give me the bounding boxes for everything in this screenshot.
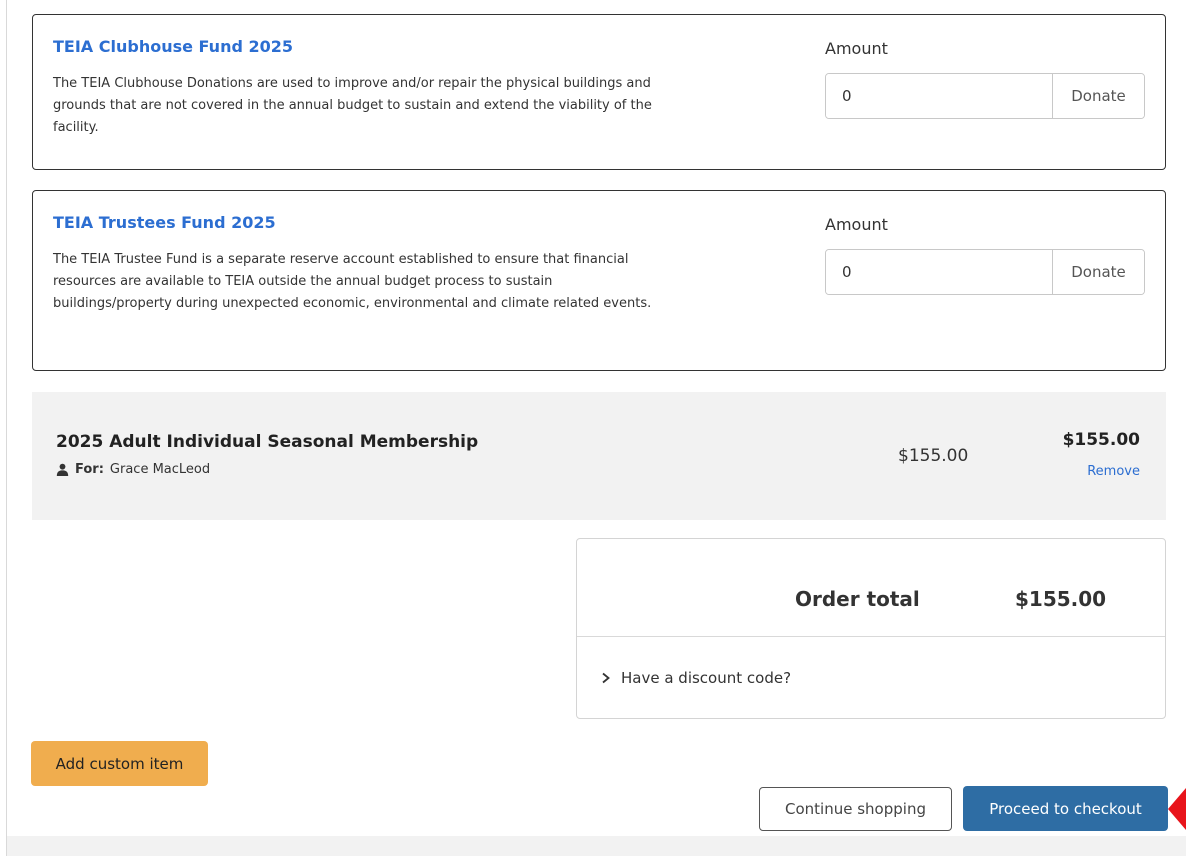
order-total-value: $155.00 [1015, 587, 1107, 611]
order-total-label: Order total [795, 587, 920, 611]
amount-input-group: Donate [825, 73, 1145, 119]
unit-price: $155.00 [898, 446, 969, 466]
line-total: $155.00 [1062, 430, 1140, 450]
donate-button-trustees[interactable]: Donate [1052, 250, 1144, 294]
fund-description-trustees: The TEIA Trustee Fund is a separate rese… [53, 252, 652, 311]
summary-divider [577, 636, 1165, 637]
fund-title-trustees[interactable]: TEIA Trustees Fund 2025 [53, 213, 276, 232]
for-name: Grace MacLeod [109, 462, 211, 477]
cart-item-name: 2025 Adult Individual Seasonal Membershi… [56, 432, 479, 452]
amount-input-clubhouse[interactable] [826, 74, 1052, 118]
continue-shopping-button[interactable]: Continue shopping [759, 787, 952, 831]
amount-label: Amount [825, 39, 888, 58]
amount-input-trustees[interactable] [826, 250, 1052, 294]
amount-input-group: Donate [825, 249, 1145, 295]
footer-strip [7, 836, 1186, 856]
donate-button-clubhouse[interactable]: Donate [1052, 74, 1144, 118]
fund-card-clubhouse: TEIA Clubhouse Fund 2025 The TEIA Clubho… [32, 14, 1166, 170]
for-label: For: [75, 462, 104, 477]
order-summary: Order total $155.00 Have a discount code… [576, 538, 1166, 719]
discount-code-toggle[interactable]: Have a discount code? [601, 669, 791, 687]
fund-card-trustees: TEIA Trustees Fund 2025 The TEIA Trustee… [32, 190, 1166, 371]
person-icon [56, 463, 69, 476]
remove-link[interactable]: Remove [1087, 464, 1140, 479]
fund-title-clubhouse[interactable]: TEIA Clubhouse Fund 2025 [53, 37, 293, 56]
cart-item-row: 2025 Adult Individual Seasonal Membershi… [32, 392, 1166, 520]
proceed-to-checkout-button[interactable]: Proceed to checkout [963, 786, 1168, 831]
left-border [6, 0, 7, 856]
cart-item-for: For: Grace MacLeod [56, 462, 210, 477]
chevron-right-icon [602, 672, 610, 684]
fund-description-clubhouse: The TEIA Clubhouse Donations are used to… [53, 76, 652, 135]
add-custom-item-button[interactable]: Add custom item [31, 741, 208, 786]
amount-label: Amount [825, 215, 888, 234]
discount-code-label: Have a discount code? [621, 669, 792, 687]
pointer-arrow-icon [1168, 788, 1186, 830]
